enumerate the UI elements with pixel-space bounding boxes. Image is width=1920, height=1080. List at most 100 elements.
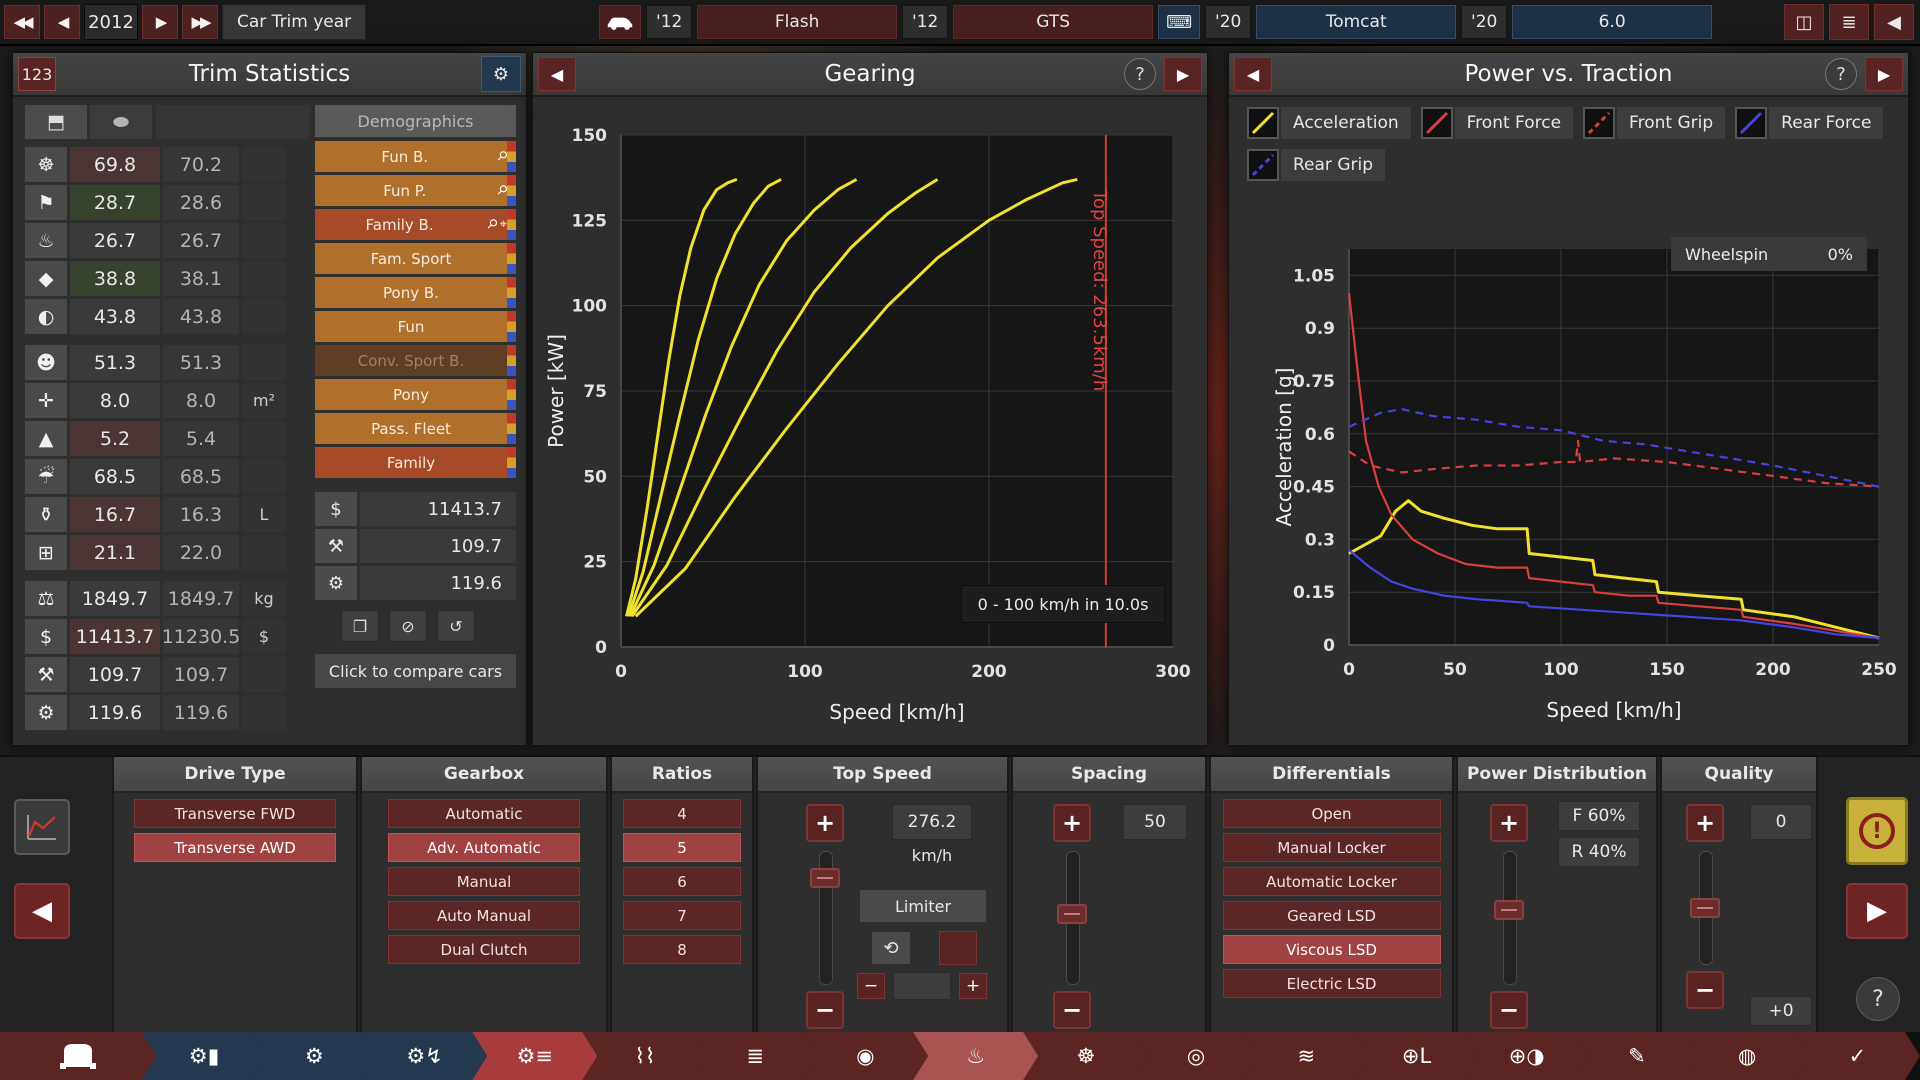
limiter-minus-button[interactable]: −	[857, 973, 885, 999]
prev-year-button[interactable]: ◀	[44, 5, 80, 39]
limiter-indicator-box[interactable]	[939, 931, 977, 965]
option-automatic[interactable]: Automatic	[388, 799, 580, 828]
copy-button[interactable]: ❐	[341, 610, 379, 642]
headlights-tab[interactable]: ◉	[803, 1032, 928, 1080]
option-dual-clutch[interactable]: Dual Clutch	[388, 935, 580, 964]
numbers-toggle-button[interactable]: 123	[18, 57, 56, 91]
help-button[interactable]: ?	[1856, 977, 1900, 1021]
option-transverse-fwd[interactable]: Transverse FWD	[134, 799, 336, 828]
car-side-tab[interactable]: ⬬	[90, 105, 152, 139]
graph-view-button[interactable]	[14, 799, 70, 855]
help-icon[interactable]: ?	[1825, 58, 1857, 90]
prev-graph-button[interactable]: ◀	[538, 57, 576, 91]
demographic-pony[interactable]: Pony	[315, 379, 516, 410]
quality-minus-button[interactable]: −	[1686, 971, 1724, 1009]
help-icon[interactable]: ?	[1124, 58, 1156, 90]
limiter-button[interactable]: Limiter	[859, 889, 987, 923]
quality-slider-handle[interactable]	[1690, 898, 1720, 918]
option-geared-lsd[interactable]: Geared LSD	[1223, 901, 1441, 930]
option-auto-manual[interactable]: Auto Manual	[388, 901, 580, 930]
top-speed-slider-handle[interactable]	[810, 868, 840, 888]
driving-aids-tab[interactable]: ⊕◑	[1464, 1032, 1589, 1080]
tyres-tab[interactable]: ◍	[1685, 1032, 1810, 1080]
brakes-tab[interactable]: ◎	[1133, 1032, 1258, 1080]
limiter-value-box[interactable]	[893, 972, 951, 1000]
back-arrow-button[interactable]: ◀	[14, 883, 70, 939]
quality-slider[interactable]	[1699, 851, 1713, 965]
demographic-fam-sport[interactable]: Fam. Sport	[315, 243, 516, 274]
power-dist-slider[interactable]	[1503, 851, 1517, 985]
top-speed-slider[interactable]	[819, 851, 833, 985]
next-graph-button[interactable]: ▶	[1164, 57, 1202, 91]
engine-tune-tab[interactable]: ⚙↯	[362, 1032, 487, 1080]
undo-button[interactable]: ↺	[437, 610, 475, 642]
steering-tab[interactable]: ⊕L	[1354, 1032, 1479, 1080]
drivetrain-tab[interactable]: ⚙≡	[472, 1032, 597, 1080]
model-name-badge[interactable]: 6.0	[1512, 5, 1712, 39]
demographic-fun-b-[interactable]: Fun B.⚲	[315, 141, 516, 172]
demographic-family-b-[interactable]: Family B.⚲⌖	[315, 209, 516, 240]
option-6[interactable]: 6	[623, 867, 741, 896]
wheels-tab[interactable]: ☸	[1023, 1032, 1148, 1080]
model-name-badge[interactable]: Flash	[697, 5, 897, 39]
option-manual-locker[interactable]: Manual Locker	[1223, 833, 1441, 862]
model-name-badge[interactable]: GTS	[953, 5, 1153, 39]
next-graph-button[interactable]: ▶	[1865, 57, 1903, 91]
mechanical-stats-button[interactable]: ⚙	[481, 56, 521, 92]
power-dist-slider-handle[interactable]	[1494, 900, 1524, 920]
aero-tab[interactable]: ≋	[1244, 1032, 1369, 1080]
spacing-minus-button[interactable]: −	[1053, 991, 1091, 1029]
forward-arrow-button[interactable]: ▶	[1846, 883, 1908, 939]
demographic-fun[interactable]: Fun	[315, 311, 516, 342]
first-year-button[interactable]: ◀◀	[4, 5, 40, 39]
option-transverse-awd[interactable]: Transverse AWD	[134, 833, 336, 862]
option-4[interactable]: 4	[623, 799, 741, 828]
demographic-pony-b-[interactable]: Pony B.	[315, 277, 516, 308]
option-viscous-lsd[interactable]: Viscous LSD	[1223, 935, 1441, 964]
option-8[interactable]: 8	[623, 935, 741, 964]
production-units-unit	[242, 695, 286, 730]
car-front-tab[interactable]: ⬒	[25, 105, 87, 139]
power-dist-plus-button[interactable]: +	[1490, 804, 1528, 842]
option-adv-automatic[interactable]: Adv. Automatic	[388, 833, 580, 862]
demographic-fun-p-[interactable]: Fun P.⚲	[315, 175, 516, 206]
detail-list-button[interactable]: ≣	[1829, 4, 1869, 40]
warning-button[interactable]: !	[1846, 797, 1908, 865]
option-open[interactable]: Open	[1223, 799, 1441, 828]
spacing-slider-handle[interactable]	[1057, 904, 1087, 924]
last-year-button[interactable]: ▶▶	[182, 5, 218, 39]
photo-mode-button[interactable]: ◫	[1784, 4, 1824, 40]
next-year-button[interactable]: ▶	[142, 5, 178, 39]
option-manual[interactable]: Manual	[388, 867, 580, 896]
quality-plus-button[interactable]: +	[1686, 804, 1724, 842]
exhaust-flame-tab[interactable]: ♨	[913, 1032, 1038, 1080]
power-dist-minus-button[interactable]: −	[1490, 991, 1528, 1029]
option-5[interactable]: 5	[623, 833, 741, 862]
top-speed-minus-button[interactable]: −	[806, 991, 844, 1029]
model-name-badge[interactable]: Tomcat	[1256, 5, 1456, 39]
confirm-tab[interactable]: ✓	[1795, 1032, 1920, 1080]
top-speed-plus-button[interactable]: +	[806, 804, 844, 842]
interior-tab[interactable]: ≣	[693, 1032, 818, 1080]
car-body-tab[interactable]	[0, 1032, 157, 1080]
demographic-family[interactable]: Family	[315, 447, 516, 478]
compare-cars-button[interactable]: Click to compare cars	[315, 654, 516, 688]
back-button[interactable]: ◀	[1874, 4, 1914, 40]
limiter-dial-icon[interactable]: ⟲	[871, 931, 911, 965]
engine-variant-tab[interactable]: ⚙	[252, 1032, 377, 1080]
trim-statistics-header: Trim Statistics 123 ⚙	[13, 53, 526, 97]
limiter-plus-button[interactable]: +	[959, 973, 987, 999]
prev-graph-button[interactable]: ◀	[1234, 57, 1272, 91]
option-automatic-locker[interactable]: Automatic Locker	[1223, 867, 1441, 896]
spacing-plus-button[interactable]: +	[1053, 804, 1091, 842]
clear-button[interactable]: ⊘	[389, 610, 427, 642]
option-electric-lsd[interactable]: Electric LSD	[1223, 969, 1441, 998]
spacing-slider[interactable]	[1066, 851, 1080, 985]
demographic-conv-sport-b-[interactable]: Conv. Sport B.	[315, 345, 516, 376]
demographic-pass-fleet[interactable]: Pass. Fleet	[315, 413, 516, 444]
option-7[interactable]: 7	[623, 901, 741, 930]
paint-tab[interactable]: ✎	[1574, 1032, 1699, 1080]
suspension-tab[interactable]: ⌇⌇	[582, 1032, 707, 1080]
stat-row-drivability: ☸69.870.2	[25, 147, 286, 182]
engine-family-tab[interactable]: ⚙▮	[142, 1032, 267, 1080]
